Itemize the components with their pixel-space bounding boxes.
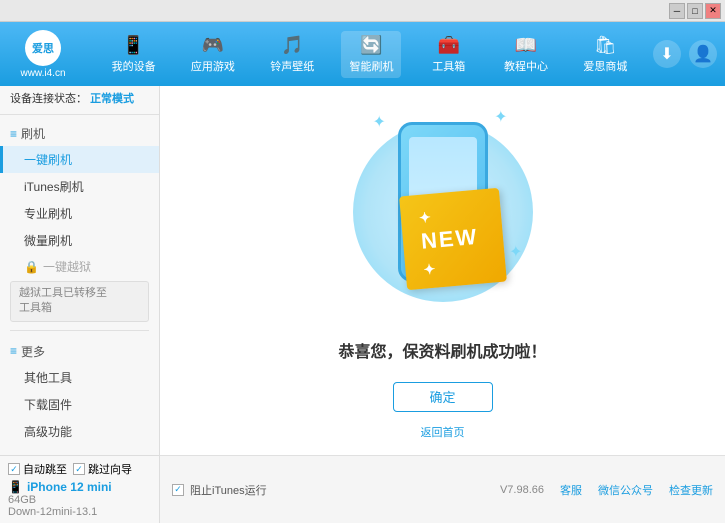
middle-section: 设备连接状态： 正常模式 ≡ 刷机 一键刷机 iTunes刷机 专业刷机 微量刷… <box>0 86 725 455</box>
device-name: 📱 iPhone 12 mini <box>8 480 151 494</box>
nav-tutorials[interactable]: 📖 教程中心 <box>496 31 556 78</box>
user-button[interactable]: 👤 <box>689 40 717 68</box>
tutorials-icon: 📖 <box>515 35 537 56</box>
fix-flash-label: 微量刷机 <box>24 234 72 248</box>
pro-flash-label: 专业刷机 <box>24 207 72 221</box>
sparkle-2: ✦ <box>494 107 507 127</box>
back-home-link[interactable]: 返回首页 <box>421 424 465 440</box>
sidebar-item-download-fw[interactable]: 下载固件 <box>0 391 159 418</box>
apps-games-icon: 🎮 <box>202 35 224 56</box>
sidebar-item-other-tools[interactable]: 其他工具 <box>0 364 159 391</box>
more-section-header: ≡ 更多 <box>0 337 159 364</box>
nav-smart-flash[interactable]: 🔄 智能刷机 <box>341 31 401 78</box>
nav-my-device-label: 我的设备 <box>112 58 156 74</box>
close-button[interactable]: ✕ <box>705 3 721 19</box>
itunes-control: ✓ 阻止iTunes运行 <box>172 482 267 498</box>
other-tools-label: 其他工具 <box>24 371 72 385</box>
status-footer: ✓ 阻止iTunes运行 V7.98.66 客服 微信公众号 检查更新 <box>160 455 725 523</box>
nav-apps-games-label: 应用游戏 <box>191 58 235 74</box>
auto-jump-label: 自动跳至 <box>23 461 67 477</box>
toolbox-icon: 🧰 <box>438 35 460 56</box>
logo-icon: 爱思 <box>25 30 61 66</box>
advanced-label: 高级功能 <box>24 425 72 439</box>
smart-flash-icon: 🔄 <box>360 35 382 56</box>
maximize-button[interactable]: □ <box>687 3 703 19</box>
more-section-icon: ≡ <box>10 344 17 358</box>
sidebar-item-itunes-flash[interactable]: iTunes刷机 <box>0 173 159 200</box>
flash-section-label: 刷机 <box>21 125 45 142</box>
title-bar: ─ □ ✕ <box>0 0 725 22</box>
version-text: V7.98.66 <box>500 484 544 496</box>
status-label: 设备连接状态： <box>10 93 87 105</box>
auto-jump-checkbox[interactable]: ✓ 自动跳至 <box>8 461 67 477</box>
content-area: ✦ ✦ ✦ NEW 恭喜您，保资料刷机成功啦！ 确定 返回首页 <box>160 86 725 455</box>
nav-right-area: ⬇ 👤 <box>653 40 717 68</box>
itunes-label: 阻止iTunes运行 <box>190 482 267 498</box>
nav-toolbox-label: 工具箱 <box>432 58 465 74</box>
device-status: 设备连接状态： 正常模式 <box>0 86 159 115</box>
jailbreak-notice-text: 越狱工具已转移至 工具箱 <box>19 287 107 314</box>
jailbreak-locked: 🔒 一键越狱 <box>0 254 159 279</box>
nav-mall-label: 爱思商城 <box>583 58 627 74</box>
skip-wizard-check[interactable]: ✓ <box>73 463 85 475</box>
skip-wizard-checkbox[interactable]: ✓ 跳过向导 <box>73 461 132 477</box>
logo-area: 爱思 www.i4.cn <box>8 30 78 79</box>
confirm-button[interactable]: 确定 <box>393 382 493 412</box>
device-icon: 📱 <box>8 480 23 494</box>
checkboxes-row: ✓ 自动跳至 ✓ 跳过向导 <box>8 461 151 477</box>
logo-subtitle: www.i4.cn <box>20 68 65 79</box>
success-illustration: ✦ ✦ ✦ NEW <box>343 102 543 322</box>
skip-wizard-label: 跳过向导 <box>88 461 132 477</box>
locked-label: 一键越狱 <box>43 258 91 275</box>
more-section-label: 更多 <box>21 343 45 360</box>
device-storage: 64GB <box>8 494 151 506</box>
status-value: 正常模式 <box>90 93 134 105</box>
nav-smart-flash-label: 智能刷机 <box>349 58 393 74</box>
nav-ringtones-label: 铃声壁纸 <box>270 58 314 74</box>
itunes-flash-label: iTunes刷机 <box>24 180 84 194</box>
download-button[interactable]: ⬇ <box>653 40 681 68</box>
sparkle-3: ✦ <box>509 242 522 262</box>
lock-icon: 🔒 <box>24 260 39 274</box>
nav-my-device[interactable]: 📱 我的设备 <box>104 31 164 78</box>
sidebar-item-advanced[interactable]: 高级功能 <box>0 418 159 445</box>
itunes-checkbox[interactable]: ✓ <box>172 484 184 496</box>
jailbreak-notice: 越狱工具已转移至 工具箱 <box>10 281 149 322</box>
customer-service-link[interactable]: 客服 <box>560 482 582 498</box>
download-fw-label: 下载固件 <box>24 398 72 412</box>
nav-mall[interactable]: 🛍 爱思商城 <box>575 31 635 78</box>
check-update-link[interactable]: 检查更新 <box>669 482 713 498</box>
mall-icon: 🛍 <box>594 35 617 56</box>
sidebar-item-one-key-flash[interactable]: 一键刷机 <box>0 146 159 173</box>
sidebar-divider <box>10 330 149 331</box>
one-key-flash-label: 一键刷机 <box>24 153 72 167</box>
bottom-row: ✓ 自动跳至 ✓ 跳过向导 📱 iPhone 12 mini 64GB Down… <box>0 455 725 523</box>
minimize-button[interactable]: ─ <box>669 3 685 19</box>
header: 爱思 www.i4.cn 📱 我的设备 🎮 应用游戏 🎵 铃声壁纸 🔄 智能刷机 <box>0 22 725 86</box>
flash-section-header: ≡ 刷机 <box>0 119 159 146</box>
device-name-text: iPhone 12 mini <box>27 480 112 494</box>
auto-jump-check[interactable]: ✓ <box>8 463 20 475</box>
nav-ringtones[interactable]: 🎵 铃声壁纸 <box>262 31 322 78</box>
new-banner: NEW <box>399 187 507 289</box>
device-section: ✓ 自动跳至 ✓ 跳过向导 📱 iPhone 12 mini 64GB Down… <box>0 455 160 523</box>
success-message: 恭喜您，保资料刷机成功啦！ <box>338 338 546 362</box>
ringtones-icon: 🎵 <box>281 35 303 56</box>
sidebar: 设备连接状态： 正常模式 ≡ 刷机 一键刷机 iTunes刷机 专业刷机 微量刷… <box>0 86 160 455</box>
my-device-icon: 📱 <box>122 35 144 56</box>
device-model: Down-12mini-13.1 <box>8 506 151 518</box>
nav-tutorials-label: 教程中心 <box>504 58 548 74</box>
nav-toolbox[interactable]: 🧰 工具箱 <box>421 31 477 78</box>
flash-section-icon: ≡ <box>10 127 17 141</box>
wechat-public-link[interactable]: 微信公众号 <box>598 482 653 498</box>
sidebar-item-fix-flash[interactable]: 微量刷机 <box>0 227 159 254</box>
sparkle-1: ✦ <box>373 112 386 132</box>
nav-apps-games[interactable]: 🎮 应用游戏 <box>183 31 243 78</box>
sidebar-item-pro-flash[interactable]: 专业刷机 <box>0 200 159 227</box>
nav-bar: 📱 我的设备 🎮 应用游戏 🎵 铃声壁纸 🔄 智能刷机 🧰 工具箱 📖 <box>94 31 645 78</box>
footer-right: V7.98.66 客服 微信公众号 检查更新 <box>500 482 713 498</box>
